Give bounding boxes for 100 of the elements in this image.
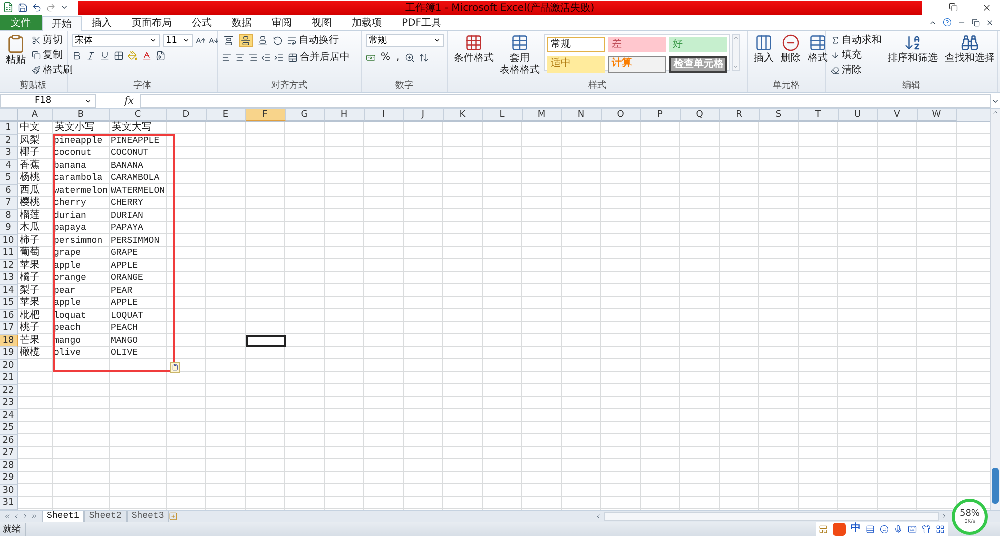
active-cell[interactable] — [246, 334, 286, 347]
orientation-icon[interactable] — [273, 36, 283, 46]
first-sheet-icon[interactable] — [4, 513, 11, 520]
row-header[interactable]: 3 — [0, 147, 18, 160]
column-header[interactable]: F — [246, 109, 286, 121]
conditional-format-button[interactable]: 条件格式 — [452, 34, 496, 80]
sheet-tab[interactable]: Sheet2 — [84, 510, 127, 522]
normal-view-icon[interactable] — [819, 524, 828, 534]
format-painter-button[interactable]: 格式刷 — [31, 64, 74, 77]
fill-color-icon[interactable] — [128, 51, 138, 61]
row-header[interactable]: 23 — [0, 397, 18, 410]
last-sheet-icon[interactable] — [31, 513, 38, 520]
column-header[interactable]: E — [206, 109, 246, 121]
shrink-font-icon[interactable] — [209, 36, 219, 46]
column-header[interactable]: J — [404, 109, 444, 121]
delete-button[interactable]: 删除 — [779, 34, 803, 80]
row-header[interactable]: 22 — [0, 384, 18, 397]
keyboard-icon[interactable] — [908, 524, 917, 534]
percent-button[interactable]: % — [380, 51, 392, 64]
column-header[interactable]: S — [760, 109, 799, 121]
restore-icon[interactable] — [949, 3, 958, 12]
toolbox-icon[interactable] — [936, 524, 945, 534]
column-header[interactable]: C — [110, 109, 167, 121]
row-header[interactable]: 19 — [0, 347, 18, 360]
caret-icon[interactable] — [183, 37, 190, 44]
row-header[interactable]: 6 — [0, 184, 18, 197]
ribbon-tab[interactable]: 审阅 — [262, 15, 302, 30]
align-right-icon[interactable] — [248, 52, 258, 62]
ribbon-tab[interactable]: 开始 — [42, 16, 82, 31]
fill-button[interactable]: 填充 — [830, 49, 883, 62]
close-icon[interactable] — [986, 18, 994, 26]
insert-button[interactable]: 插入 — [752, 34, 776, 80]
column-header[interactable]: T — [799, 109, 838, 121]
horizontal-scrollbar[interactable] — [604, 512, 939, 521]
row-header[interactable]: 4 — [0, 160, 18, 172]
column-header[interactable]: K — [444, 109, 483, 121]
font-color-icon[interactable] — [142, 51, 152, 61]
decrease-indent-icon[interactable] — [261, 52, 271, 62]
undo-icon[interactable] — [32, 2, 42, 12]
column-header[interactable]: O — [602, 109, 641, 121]
row-header[interactable]: 15 — [0, 297, 18, 310]
comma-button[interactable]: , — [396, 51, 401, 64]
row-header[interactable]: 16 — [0, 310, 18, 322]
column-header[interactable]: Q — [680, 109, 720, 121]
borders-icon[interactable] — [114, 51, 124, 61]
currency-icon[interactable] — [366, 52, 376, 62]
ribbon-tab[interactable]: 视图 — [302, 15, 342, 30]
column-header[interactable]: W — [918, 109, 957, 121]
underline-icon[interactable] — [100, 51, 110, 61]
row-header[interactable]: 7 — [0, 197, 18, 210]
row-header[interactable]: 18 — [0, 334, 18, 347]
restore-icon[interactable] — [972, 18, 980, 26]
help-icon[interactable] — [943, 18, 952, 27]
middle-align-button[interactable] — [239, 34, 253, 47]
row-header[interactable]: 2 — [0, 134, 18, 147]
sort-filter-button[interactable]: 排序和筛选 — [886, 34, 940, 80]
row-header[interactable]: 11 — [0, 247, 18, 260]
ribbon-tab[interactable]: 数据 — [222, 15, 262, 30]
column-header[interactable]: V — [878, 109, 918, 121]
ribbon-tab[interactable]: PDF工具 — [392, 15, 452, 30]
font-size-field[interactable]: 11 — [163, 34, 193, 47]
name-box[interactable]: F18 — [0, 94, 96, 108]
redo-icon[interactable] — [46, 2, 56, 12]
row-header[interactable]: 14 — [0, 284, 18, 297]
column-header[interactable]: I — [364, 109, 404, 121]
column-header[interactable]: G — [286, 109, 325, 121]
caret-icon[interactable] — [150, 37, 157, 44]
top-align-button[interactable] — [222, 34, 236, 47]
row-header[interactable]: 10 — [0, 234, 18, 247]
row-header[interactable]: 1 — [0, 122, 18, 134]
increase-indent-icon[interactable] — [274, 52, 284, 62]
row-header[interactable]: 25 — [0, 422, 18, 434]
row-header[interactable]: 27 — [0, 447, 18, 460]
row-header[interactable]: 8 — [0, 210, 18, 222]
ribbon-tab[interactable]: 公式 — [182, 15, 222, 30]
column-header[interactable]: H — [325, 109, 364, 121]
row-header[interactable]: 31 — [0, 497, 18, 510]
ribbon-tab[interactable]: 插入 — [82, 15, 122, 30]
merge-center-button[interactable]: 合并后居中 — [287, 51, 351, 64]
column-header[interactable]: L — [483, 109, 522, 121]
row-header[interactable]: 28 — [0, 460, 18, 472]
previous-sheet-icon[interactable] — [13, 513, 20, 520]
row-header[interactable]: 12 — [0, 260, 18, 272]
paste-options-button[interactable] — [170, 362, 180, 373]
ribbon-tab[interactable]: 加载项 — [342, 15, 392, 30]
paste-button[interactable]: 粘贴 — [4, 34, 28, 80]
align-center-icon[interactable] — [235, 52, 245, 62]
caret-icon[interactable] — [85, 98, 92, 104]
scroll-left-icon[interactable] — [595, 513, 602, 520]
next-sheet-icon[interactable] — [22, 513, 29, 520]
column-header[interactable]: D — [167, 109, 206, 121]
ime-logo-icon[interactable] — [833, 522, 846, 536]
copy-button[interactable]: 复制 — [31, 49, 74, 62]
column-header[interactable]: M — [522, 109, 562, 121]
excel-logo-icon[interactable] — [3, 2, 14, 13]
scroll-up-icon[interactable] — [992, 109, 999, 116]
row-header[interactable]: 5 — [0, 172, 18, 184]
insert-function-button[interactable]: fx — [96, 96, 140, 106]
row-header[interactable]: 30 — [0, 484, 18, 497]
sheet-tab[interactable]: Sheet3 — [126, 510, 170, 522]
